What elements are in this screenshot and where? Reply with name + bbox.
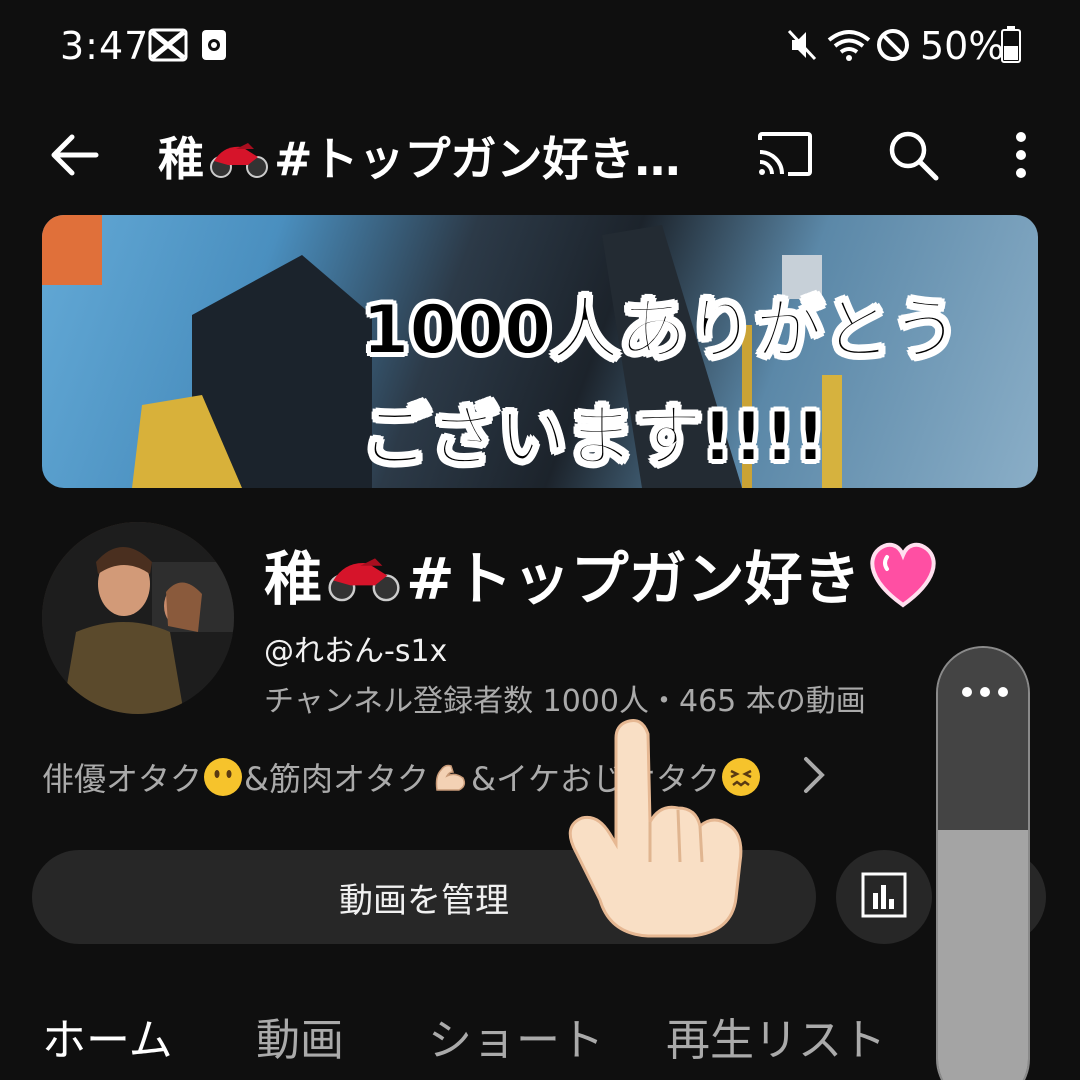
youtube-channel-screen: 3:47 50% 稚 #トップガン好き… 1000人ありがとう ございます!!!… <box>0 0 1080 1080</box>
motorcycle-emoji-icon <box>326 549 402 602</box>
screen-record-icon <box>200 28 228 66</box>
analytics-button[interactable] <box>836 850 932 944</box>
analytics-icon <box>860 871 908 923</box>
channel-avatar[interactable] <box>42 522 234 714</box>
app-title-suffix: #トップガン好き… <box>274 132 681 184</box>
app-title-prefix: 稚 <box>158 132 204 184</box>
search-icon[interactable] <box>886 128 940 186</box>
app-bar: 稚 #トップガン好き… <box>0 110 1080 200</box>
app-bar-title: 稚 #トップガン好き… <box>158 128 698 184</box>
tab-videos[interactable]: 動画 <box>256 1004 344 1068</box>
channel-name-suffix: #トップガン好き <box>406 545 861 613</box>
tab-shorts[interactable]: ショート <box>428 1004 604 1068</box>
banner-line-2: ございます!!!! <box>361 397 827 478</box>
face-without-mouth-emoji-icon <box>204 758 243 796</box>
edge-panel-lower <box>938 830 1028 1080</box>
more-vert-icon[interactable] <box>1006 128 1036 186</box>
channel-handle: @れおん-s1x <box>264 634 448 669</box>
battery-percentage: 50% <box>920 24 1005 68</box>
wifi-icon <box>826 28 872 66</box>
mute-icon <box>786 28 818 66</box>
do-not-disturb-icon <box>876 28 910 66</box>
pointing-hand-emoji-icon <box>556 712 756 946</box>
banner-line-1: 1000人ありがとう <box>361 290 960 371</box>
more-horiz-icon[interactable] <box>960 684 1010 703</box>
description-part-1: 俳優オタク <box>42 760 203 798</box>
battery-icon <box>1000 26 1022 68</box>
status-time: 3:47 <box>60 24 150 68</box>
edge-panel-upper <box>938 648 1028 830</box>
cast-icon[interactable] <box>756 130 814 184</box>
tab-home[interactable]: ホーム <box>42 1004 173 1068</box>
banner-text: 1000人ありがとう ございます!!!! <box>361 277 1002 488</box>
motorcycle-emoji-icon <box>208 136 270 178</box>
channel-name: 稚 #トップガン好き <box>264 532 941 616</box>
status-bar: 3:47 50% <box>0 0 1080 92</box>
edge-panel-handle[interactable] <box>936 646 1030 1080</box>
chevron-right-icon[interactable] <box>798 755 828 799</box>
tab-playlists[interactable]: 再生リスト <box>666 1004 886 1068</box>
heart-emoji-icon <box>865 539 941 609</box>
capcut-icon <box>148 28 188 66</box>
description-part-2: &筋肉オタク <box>244 760 429 798</box>
back-arrow-icon[interactable] <box>44 130 104 180</box>
channel-name-prefix: 稚 <box>264 545 323 613</box>
flexed-biceps-emoji-icon <box>431 758 469 796</box>
channel-banner: 1000人ありがとう ございます!!!! <box>42 215 1038 488</box>
